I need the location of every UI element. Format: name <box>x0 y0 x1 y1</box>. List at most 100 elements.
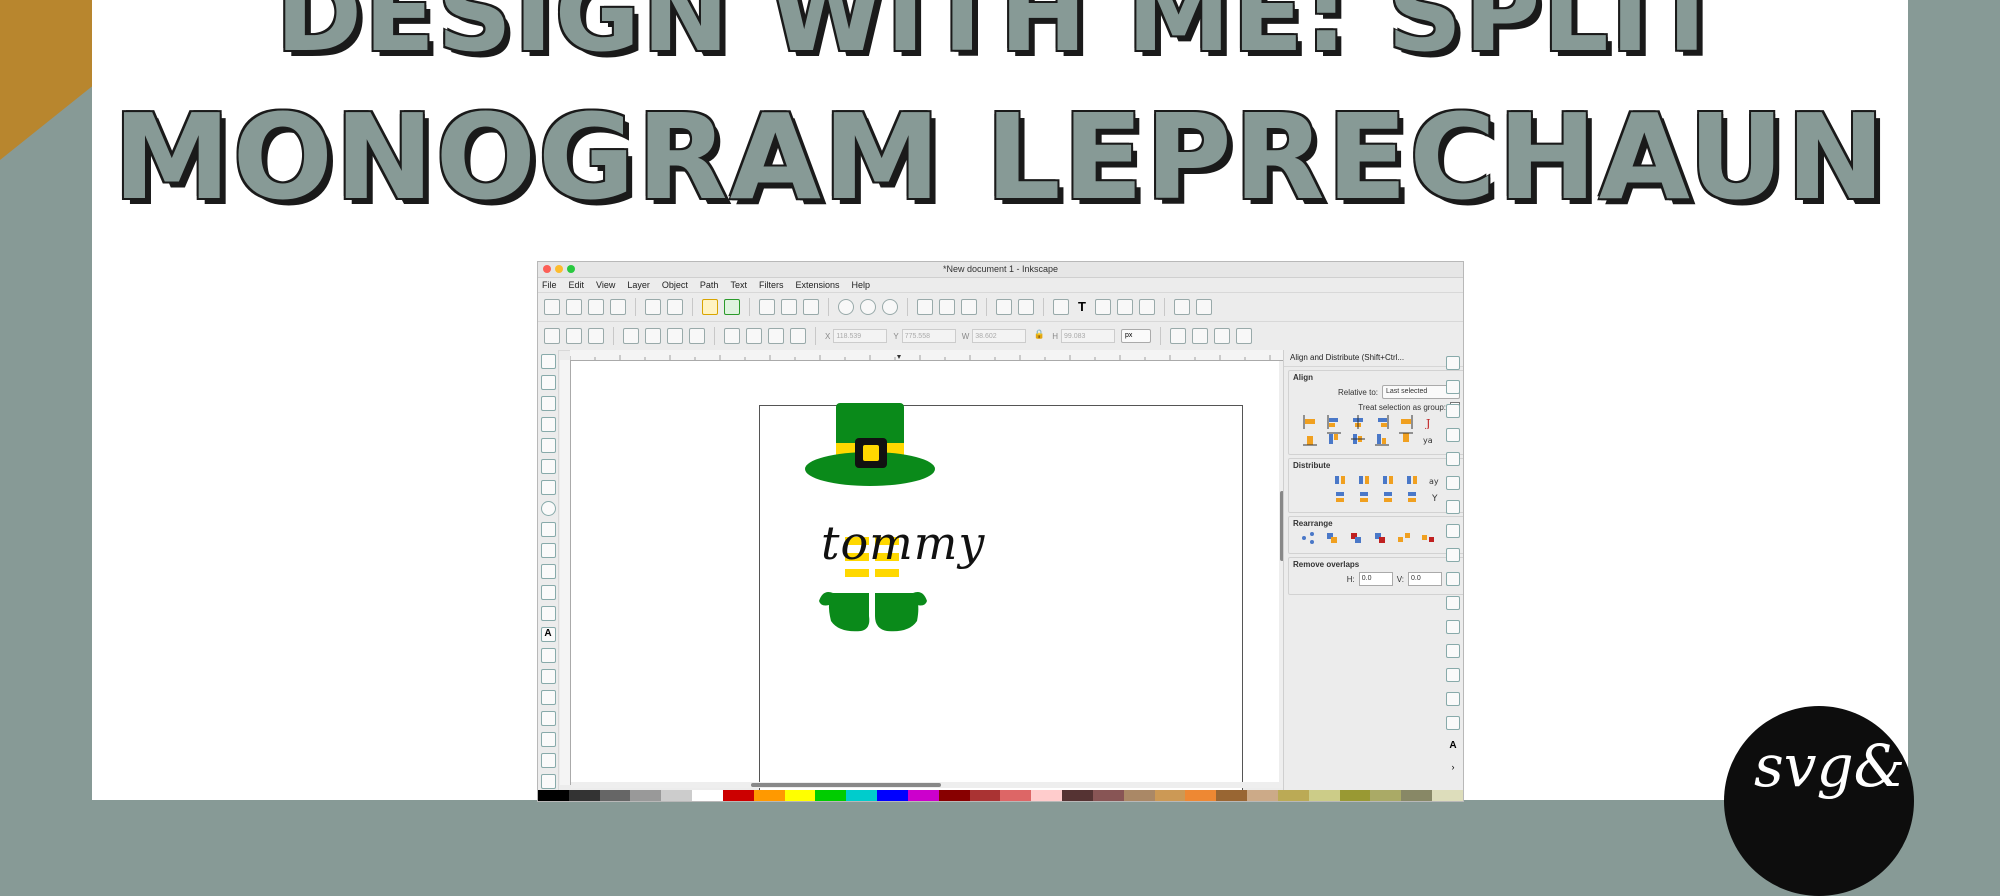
text-font-icon[interactable]: T <box>1075 300 1089 314</box>
selector-tool-icon[interactable] <box>540 354 556 369</box>
snap-bbox-corners-icon[interactable] <box>1446 428 1460 442</box>
duplicate-icon[interactable] <box>917 299 933 315</box>
graph-layout-icon[interactable] <box>1301 531 1315 545</box>
align-left-to-right-icon[interactable] <box>1399 415 1413 429</box>
redo-icon[interactable] <box>724 299 740 315</box>
deselect-icon[interactable] <box>588 328 604 344</box>
move-gradients-icon[interactable] <box>1214 328 1231 344</box>
snap-bbox-centers-icon[interactable] <box>1446 476 1460 490</box>
menu-text[interactable]: Text <box>730 278 747 292</box>
menu-help[interactable]: Help <box>851 278 870 292</box>
calligraphy-tool-icon[interactable] <box>540 606 556 621</box>
menu-layer[interactable]: Layer <box>627 278 650 292</box>
gradient-tool-icon[interactable] <box>540 711 556 726</box>
distribute-centers-h-icon[interactable] <box>1357 473 1371 487</box>
snap-paths-icon[interactable] <box>1446 524 1460 538</box>
snap-bbox-midpoints-icon[interactable] <box>1446 452 1460 466</box>
paste-icon[interactable] <box>803 299 819 315</box>
lock-ratio-icon[interactable]: 🔒 <box>1032 329 1046 343</box>
pen-tool-icon[interactable] <box>540 585 556 600</box>
print-icon[interactable] <box>610 299 626 315</box>
layers-icon[interactable] <box>1095 299 1111 315</box>
clone-icon[interactable] <box>939 299 955 315</box>
snap-intersections-icon[interactable] <box>1446 548 1460 562</box>
center-vertical-axis-icon[interactable] <box>1351 415 1365 429</box>
measure-tool-icon[interactable] <box>540 438 556 453</box>
node-tool-icon[interactable] <box>540 375 556 390</box>
distribute-centers-v-icon[interactable] <box>1357 490 1371 504</box>
ellipse-tool-icon[interactable] <box>540 501 556 516</box>
spray-tool-icon[interactable] <box>540 648 556 663</box>
minimize-window-icon[interactable] <box>555 265 563 273</box>
x-field[interactable] <box>833 329 888 343</box>
ungroup-icon[interactable] <box>1018 299 1034 315</box>
xml-editor-icon[interactable] <box>1117 299 1133 315</box>
zoom-tool-icon[interactable] <box>540 417 556 432</box>
snap-grid-icon[interactable] <box>1446 716 1460 730</box>
unclump-objects-icon[interactable] <box>1421 531 1435 545</box>
zoom-drawing-icon[interactable] <box>860 299 876 315</box>
flip-vertical-icon[interactable] <box>689 328 705 344</box>
center-horizontal-axis-icon[interactable] <box>1351 432 1365 446</box>
align-bottom-icon[interactable] <box>1375 432 1389 446</box>
align-top-to-bottom-icon[interactable] <box>1399 432 1413 446</box>
menu-object[interactable]: Object <box>662 278 688 292</box>
new-document-icon[interactable] <box>544 299 560 315</box>
menu-view[interactable]: View <box>596 278 615 292</box>
snap-midpoints-icon[interactable] <box>1446 620 1460 634</box>
rotate-cw-icon[interactable] <box>645 328 661 344</box>
dropper-tool-icon[interactable] <box>540 753 556 768</box>
lower-icon[interactable] <box>746 328 762 344</box>
snap-page-border-icon[interactable] <box>1446 692 1460 706</box>
snap-object-centers-icon[interactable] <box>1446 644 1460 658</box>
align-left-icon[interactable] <box>1327 415 1341 429</box>
raise-to-top-icon[interactable] <box>790 328 806 344</box>
distribute-left-edges-icon[interactable] <box>1333 473 1347 487</box>
distribute-gaps-v-icon[interactable] <box>1405 490 1419 504</box>
spiral-tool-icon[interactable] <box>540 543 556 558</box>
horizontal-scrollbar[interactable] <box>571 782 1283 788</box>
save-icon[interactable] <box>588 299 604 315</box>
eraser-tool-icon[interactable] <box>540 669 556 684</box>
unit-select[interactable]: px <box>1121 329 1152 343</box>
more-snap-options-icon[interactable]: › <box>1447 762 1459 774</box>
distribute-gaps-h-icon[interactable] <box>1405 473 1419 487</box>
select-all-icon[interactable] <box>544 328 560 344</box>
raise-icon[interactable] <box>768 328 784 344</box>
fill-stroke-icon[interactable] <box>1053 299 1069 315</box>
move-patterns-icon[interactable] <box>1236 328 1253 344</box>
scale-stroke-icon[interactable] <box>1170 328 1187 344</box>
scale-corners-icon[interactable] <box>1192 328 1209 344</box>
mesh-tool-icon[interactable] <box>540 732 556 747</box>
menu-file[interactable]: File <box>542 278 557 292</box>
lower-to-bottom-icon[interactable] <box>724 328 740 344</box>
overlap-h-spinner[interactable]: 0.0 <box>1358 572 1393 586</box>
snap-rotation-centers-icon[interactable] <box>1446 668 1460 682</box>
snap-enable-icon[interactable] <box>1446 356 1460 370</box>
rotate-ccw-icon[interactable] <box>623 328 639 344</box>
y-field[interactable] <box>901 329 956 343</box>
distribute-top-edges-icon[interactable] <box>1333 490 1347 504</box>
width-field[interactable] <box>972 329 1027 343</box>
import-icon[interactable] <box>645 299 661 315</box>
menu-path[interactable]: Path <box>700 278 719 292</box>
rectangle-tool-icon[interactable] <box>540 459 556 474</box>
exchange-positions-selection-icon[interactable] <box>1325 531 1339 545</box>
distribute-right-edges-icon[interactable] <box>1381 473 1395 487</box>
align-top-icon[interactable] <box>1327 432 1341 446</box>
zoom-page-icon[interactable] <box>882 299 898 315</box>
overlap-v-spinner[interactable]: 0.0 <box>1408 572 1442 586</box>
align-right-icon[interactable] <box>1375 415 1389 429</box>
undo-icon[interactable] <box>702 299 718 315</box>
preferences-icon[interactable] <box>1196 299 1212 315</box>
star-tool-icon[interactable] <box>540 522 556 537</box>
3d-box-tool-icon[interactable] <box>540 480 556 495</box>
tweak-tool-icon[interactable] <box>540 396 556 411</box>
menu-filters[interactable]: Filters <box>759 278 784 292</box>
export-icon[interactable] <box>667 299 683 315</box>
snap-text-baseline-icon[interactable]: A <box>1447 740 1459 752</box>
cut-icon[interactable] <box>781 299 797 315</box>
menu-extensions[interactable]: Extensions <box>795 278 839 292</box>
exchange-positions-stacking-icon[interactable] <box>1349 531 1363 545</box>
randomize-centers-icon[interactable] <box>1397 531 1411 545</box>
